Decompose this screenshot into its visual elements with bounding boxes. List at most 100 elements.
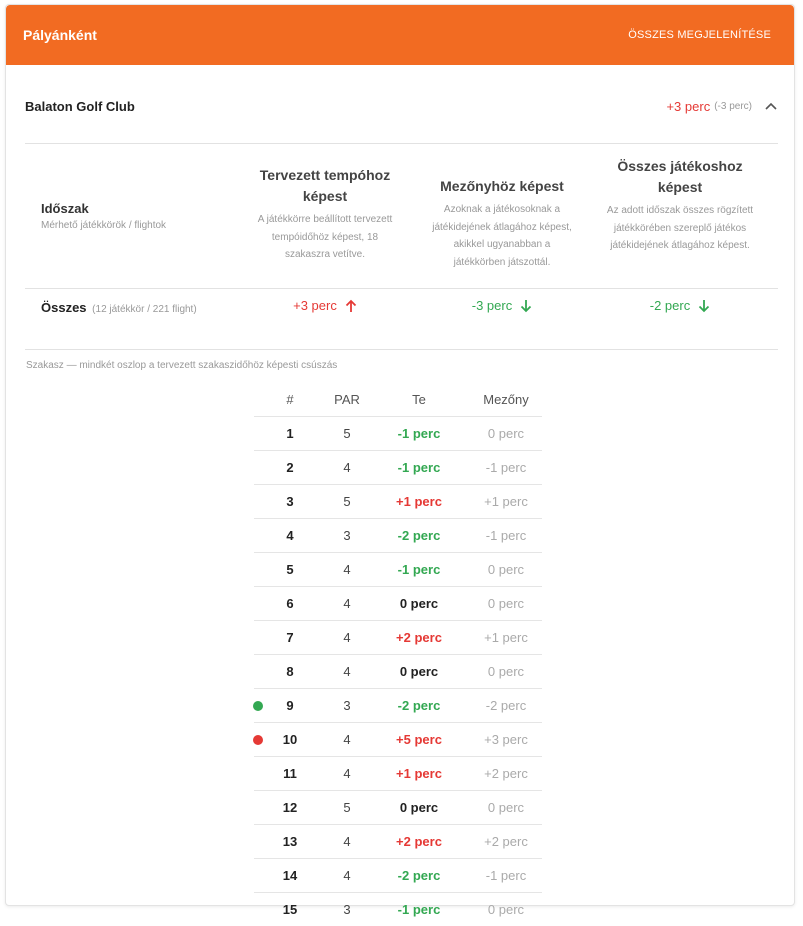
divider — [25, 143, 778, 144]
status-dot-icon — [253, 701, 263, 711]
col-header-number: # — [254, 383, 326, 417]
hole-field: 0 perc — [470, 893, 542, 926]
hole-field: -1 perc — [470, 859, 542, 893]
total-planned: +3 perc — [250, 298, 400, 313]
arrow-down-icon — [698, 299, 710, 313]
hole-par: 4 — [326, 825, 368, 859]
hole-te: 0 perc — [368, 655, 470, 689]
hole-par: 4 — [326, 655, 368, 689]
holes-table: # PAR Te Mezőny 15-1 perc0 perc24-1 perc… — [254, 383, 542, 926]
period-header: Időszak Mérhető játékkörök / flightok — [41, 201, 166, 231]
hole-number: 4 — [254, 519, 326, 553]
arrow-down-icon — [520, 299, 532, 313]
table-row: 104+5 perc+3 perc — [254, 723, 542, 757]
club-row[interactable]: Balaton Golf Club +3 perc (-3 perc) — [25, 95, 778, 117]
hole-number: 1 — [254, 417, 326, 451]
divider — [25, 349, 778, 350]
hole-te: 0 perc — [368, 587, 470, 621]
table-row: 54-1 perc0 perc — [254, 553, 542, 587]
hole-te: -2 perc — [368, 519, 470, 553]
hole-te: -1 perc — [368, 451, 470, 485]
hole-par: 4 — [326, 451, 368, 485]
table-row: 24-1 perc-1 perc — [254, 451, 542, 485]
hole-te: -1 perc — [368, 893, 470, 926]
table-row: 35+1 perc+1 perc — [254, 485, 542, 519]
hole-number: 9 — [254, 689, 326, 723]
hole-te: -2 perc — [368, 689, 470, 723]
table-row: 74+2 perc+1 perc — [254, 621, 542, 655]
hole-number: 15 — [254, 893, 326, 926]
hole-par: 4 — [326, 859, 368, 893]
hole-field: -1 perc — [470, 451, 542, 485]
hole-number: 10 — [254, 723, 326, 757]
column-desc: Az adott időszak összes rögzített játékk… — [605, 202, 755, 255]
status-dot-icon — [253, 735, 263, 745]
col-header-par: PAR — [326, 383, 368, 417]
club-delta-sub: (-3 perc) — [714, 101, 752, 112]
table-row: 1250 perc0 perc — [254, 791, 542, 825]
club-name: Balaton Golf Club — [25, 99, 135, 114]
hole-par: 4 — [326, 553, 368, 587]
hole-field: 0 perc — [470, 655, 542, 689]
hole-par: 4 — [326, 621, 368, 655]
table-row: 43-2 perc-1 perc — [254, 519, 542, 553]
column-field: Mezőnyhöz képest Azoknak a játékosoknak … — [427, 176, 577, 271]
hole-number: 11 — [254, 757, 326, 791]
hole-te: 0 perc — [368, 791, 470, 825]
hole-field: +3 perc — [470, 723, 542, 757]
hole-field: 0 perc — [470, 587, 542, 621]
hole-number: 12 — [254, 791, 326, 825]
table-row: 840 perc0 perc — [254, 655, 542, 689]
hole-field: +2 perc — [470, 757, 542, 791]
hole-par: 4 — [326, 587, 368, 621]
show-all-link[interactable]: ÖSSZES MEGJELENÍTÉSE — [628, 29, 771, 41]
hole-field: -2 perc — [470, 689, 542, 723]
table-row: 134+2 perc+2 perc — [254, 825, 542, 859]
hole-number: 3 — [254, 485, 326, 519]
col-header-field: Mezőny — [470, 383, 542, 417]
hole-par: 3 — [326, 689, 368, 723]
card-header: Pályánként ÖSSZES MEGJELENÍTÉSE — [6, 5, 794, 65]
hole-par: 3 — [326, 519, 368, 553]
column-title: Mezőnyhöz képest — [427, 176, 577, 197]
column-all-players: Összes játékoshoz képest Az adott idősza… — [605, 156, 755, 255]
hole-number: 14 — [254, 859, 326, 893]
chevron-up-icon[interactable] — [764, 101, 778, 111]
hole-number: 2 — [254, 451, 326, 485]
card-title: Pályánként — [23, 27, 97, 43]
hole-par: 5 — [326, 485, 368, 519]
hole-te: +5 perc — [368, 723, 470, 757]
hole-field: +1 perc — [470, 621, 542, 655]
hole-te: +2 perc — [368, 621, 470, 655]
table-row: 144-2 perc-1 perc — [254, 859, 542, 893]
hole-te: -1 perc — [368, 417, 470, 451]
total-label: Összes (12 játékkör / 221 flight) — [41, 300, 197, 315]
column-desc: Azoknak a játékosoknak a játékidejének á… — [427, 201, 577, 271]
period-subtitle: Mérhető játékkörök / flightok — [41, 220, 166, 231]
hole-par: 4 — [326, 723, 368, 757]
total-all-players: -2 perc — [605, 298, 755, 313]
total-field: -3 perc — [427, 298, 577, 313]
hole-number: 8 — [254, 655, 326, 689]
total-sub: (12 játékkör / 221 flight) — [92, 304, 197, 315]
hole-te: +1 perc — [368, 757, 470, 791]
hole-par: 5 — [326, 791, 368, 825]
table-row: 153-1 perc0 perc — [254, 893, 542, 926]
hole-te: +1 perc — [368, 485, 470, 519]
column-title: Összes játékoshoz képest — [605, 156, 755, 198]
column-desc: A játékkörre beállított tervezett tempói… — [250, 211, 400, 264]
period-title: Időszak — [41, 201, 166, 216]
hole-te: -2 perc — [368, 859, 470, 893]
hole-number: 6 — [254, 587, 326, 621]
hole-par: 3 — [326, 893, 368, 926]
table-row: 93-2 perc-2 perc — [254, 689, 542, 723]
hole-number: 7 — [254, 621, 326, 655]
table-row: 15-1 perc0 perc — [254, 417, 542, 451]
hole-te: -1 perc — [368, 553, 470, 587]
hole-number: 5 — [254, 553, 326, 587]
club-delta: +3 perc — [666, 99, 710, 114]
column-planned: Tervezett tempóhoz képest A játékkörre b… — [250, 165, 400, 264]
hole-field: 0 perc — [470, 791, 542, 825]
hole-te: +2 perc — [368, 825, 470, 859]
hole-field: 0 perc — [470, 417, 542, 451]
